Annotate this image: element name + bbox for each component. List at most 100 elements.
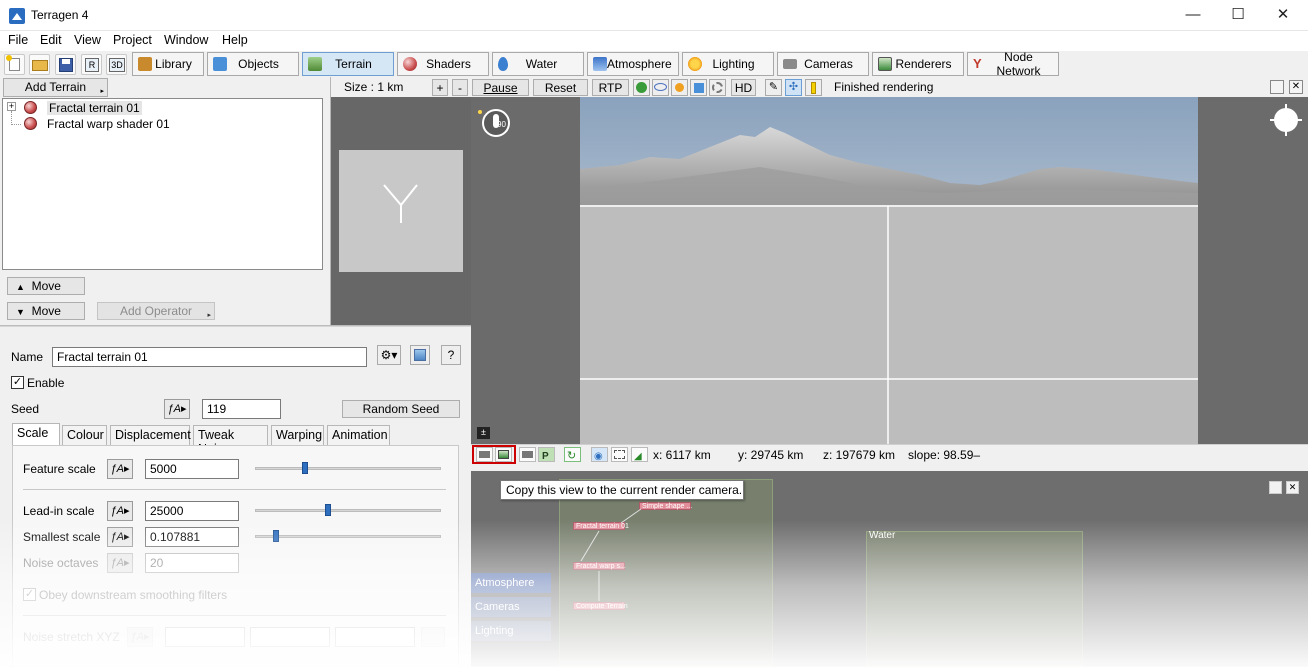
- preview-p-icon[interactable]: P: [538, 447, 555, 462]
- image-icon[interactable]: [410, 345, 430, 365]
- noise-octaves-input[interactable]: 20: [145, 553, 239, 573]
- tree-item-fractal-terrain[interactable]: Fractal terrain 01: [47, 101, 142, 115]
- tab-atmosphere[interactable]: Atmosphere: [587, 52, 679, 76]
- function-icon[interactable]: ƒA▸: [107, 501, 133, 521]
- move-down-button[interactable]: ▼ Move: [7, 302, 85, 320]
- 3d-viewport[interactable]: 90 ±: [471, 97, 1308, 444]
- tab-scale[interactable]: Scale: [12, 423, 60, 446]
- node-network-panel[interactable]: Water Fractal terrain 01 Simple shape ..…: [471, 471, 1308, 667]
- sun-toggle[interactable]: [671, 79, 688, 96]
- lead-in-scale-input[interactable]: 25000: [145, 501, 239, 521]
- node-fractal-warp[interactable]: Fractal warp s...: [573, 562, 626, 570]
- feature-scale-thumb[interactable]: [302, 462, 308, 474]
- function-icon[interactable]: ƒA▸: [107, 553, 133, 573]
- tab-lighting[interactable]: Lighting: [682, 52, 774, 76]
- add-operator-button[interactable]: Add Operator ▸: [97, 302, 215, 320]
- tab-tweak-noise[interactable]: Tweak Noise: [193, 425, 268, 456]
- eye-icon[interactable]: ◉: [591, 447, 608, 462]
- feature-scale-input[interactable]: 5000: [145, 459, 239, 479]
- tree-item-fractal-warp[interactable]: Fractal warp shader 01: [47, 117, 170, 131]
- cloud-toggle[interactable]: [652, 79, 669, 96]
- crosshair-icon[interactable]: ✣: [785, 79, 802, 96]
- terrain-list[interactable]: + Fractal terrain 01 Fractal warp shader…: [2, 98, 323, 270]
- noise-stretch-y[interactable]: [250, 627, 330, 647]
- node-fractal-terrain[interactable]: Fractal terrain 01: [573, 522, 629, 530]
- node-side-cameras[interactable]: Cameras: [471, 597, 551, 617]
- feature-scale-slider[interactable]: [255, 467, 441, 470]
- copy-to-render-camera-icon[interactable]: [495, 447, 512, 462]
- open-project-icon[interactable]: [29, 54, 50, 75]
- save-project-icon[interactable]: [55, 54, 76, 75]
- gear-toggle[interactable]: [709, 79, 726, 96]
- menu-help[interactable]: Help: [222, 33, 248, 47]
- node-compute-terrain[interactable]: Compute Terrain: [573, 602, 628, 610]
- node-side-atmosphere[interactable]: Atmosphere: [471, 573, 551, 593]
- frame-icon[interactable]: [611, 447, 628, 462]
- tab-objects[interactable]: Objects: [207, 52, 299, 76]
- tab-animation[interactable]: Animation: [327, 425, 390, 445]
- zoom-in-button[interactable]: +: [432, 79, 448, 96]
- enable-checkbox[interactable]: ✓: [11, 376, 24, 389]
- tab-library[interactable]: Library: [132, 52, 204, 76]
- zoom-out-button[interactable]: -: [452, 79, 468, 96]
- random-seed-button[interactable]: Random Seed: [342, 400, 460, 418]
- exposure-icon[interactable]: ±: [477, 427, 490, 439]
- node-simple-shape[interactable]: Simple shape ...: [639, 502, 692, 510]
- pause-button[interactable]: Pause: [472, 79, 529, 96]
- expand-icon[interactable]: +: [7, 102, 16, 111]
- tab-water[interactable]: Water: [492, 52, 584, 76]
- orbit-gizmo-icon[interactable]: [1270, 104, 1302, 136]
- menu-window[interactable]: Window: [164, 33, 208, 47]
- tab-displacement[interactable]: Displacement: [110, 425, 191, 445]
- slope-icon[interactable]: ◢: [631, 447, 648, 462]
- maximize-button[interactable]: ☐: [1215, 0, 1261, 31]
- object-toggle[interactable]: [690, 79, 707, 96]
- menu-file[interactable]: File: [8, 33, 28, 47]
- tab-shaders[interactable]: Shaders: [397, 52, 489, 76]
- link-icon[interactable]: [421, 627, 445, 647]
- tab-cameras[interactable]: Cameras: [777, 52, 869, 76]
- smallest-scale-thumb[interactable]: [273, 530, 279, 542]
- help-button[interactable]: ?: [441, 345, 461, 365]
- close-button[interactable]: ✕: [1260, 0, 1306, 31]
- seed-input[interactable]: 119: [202, 399, 281, 419]
- rtp-button[interactable]: RTP: [592, 79, 629, 96]
- smallest-scale-input[interactable]: 0.107881: [145, 527, 239, 547]
- function-icon[interactable]: ƒA▸: [107, 527, 133, 547]
- move-up-button[interactable]: ▲ Move: [7, 277, 85, 295]
- lead-in-scale-thumb[interactable]: [325, 504, 331, 516]
- navigation-compass-icon[interactable]: 90: [482, 109, 510, 137]
- light-icon[interactable]: [805, 79, 822, 96]
- name-input[interactable]: Fractal terrain 01: [52, 347, 367, 367]
- node-side-lighting[interactable]: Lighting: [471, 621, 551, 641]
- menu-project[interactable]: Project: [113, 33, 152, 47]
- hd-button[interactable]: HD: [731, 79, 756, 96]
- camera-icon[interactable]: [519, 447, 536, 462]
- minimize-button[interactable]: —: [1170, 0, 1216, 31]
- tab-terrain[interactable]: Terrain: [302, 52, 394, 76]
- function-icon[interactable]: ƒA▸: [127, 627, 153, 647]
- tab-renderers[interactable]: Renderers: [872, 52, 964, 76]
- gear-icon[interactable]: ⚙▾: [377, 345, 401, 365]
- noise-stretch-z[interactable]: [335, 627, 415, 647]
- tab-warping[interactable]: Warping: [271, 425, 324, 445]
- refresh-icon[interactable]: ↻: [564, 447, 581, 462]
- menu-view[interactable]: View: [74, 33, 101, 47]
- function-icon[interactable]: ƒA▸: [164, 399, 190, 419]
- restore-view-icon[interactable]: [1270, 80, 1284, 94]
- render-icon[interactable]: R: [81, 54, 102, 75]
- smallest-scale-slider[interactable]: [255, 535, 441, 538]
- close-view-icon[interactable]: ✕: [1289, 80, 1303, 94]
- reset-button[interactable]: Reset: [533, 79, 588, 96]
- noise-stretch-x[interactable]: [165, 627, 245, 647]
- node-group-water[interactable]: [866, 531, 1083, 667]
- restore-panel-icon[interactable]: [1269, 481, 1282, 494]
- brush-icon[interactable]: ✎: [765, 79, 782, 96]
- function-icon[interactable]: ƒA▸: [107, 459, 133, 479]
- lead-in-scale-slider[interactable]: [255, 509, 441, 512]
- tab-node-network[interactable]: Y Node Network: [967, 50, 1059, 78]
- menu-edit[interactable]: Edit: [40, 33, 62, 47]
- 3d-preview-icon[interactable]: 3D: [106, 54, 127, 75]
- camera-icon[interactable]: [476, 447, 493, 462]
- new-project-icon[interactable]: [4, 54, 25, 75]
